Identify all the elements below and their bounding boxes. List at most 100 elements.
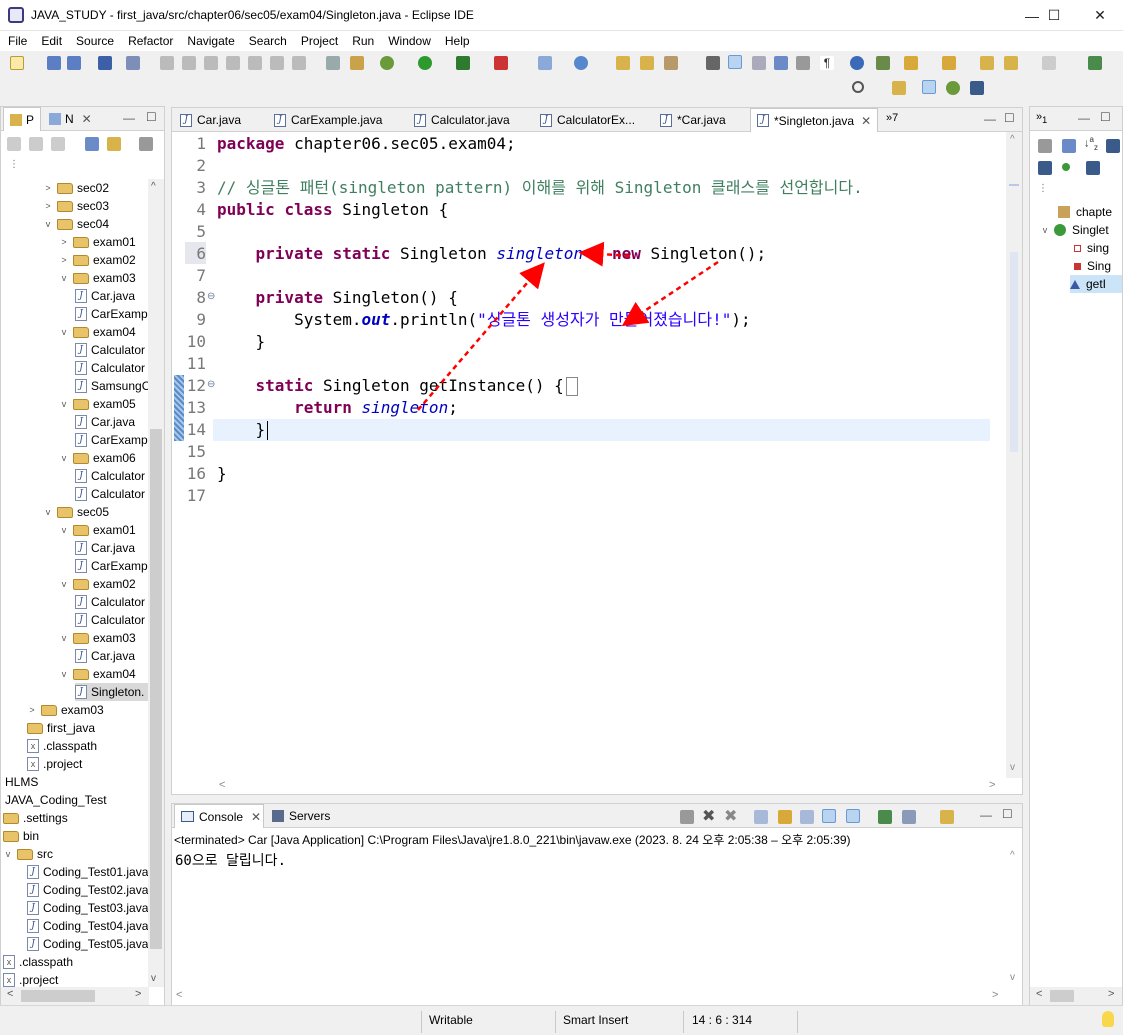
step-over-icon[interactable] <box>270 56 284 70</box>
tree-item[interactable]: J CarExamp <box>75 431 148 449</box>
tree-item[interactable]: bin <box>3 827 39 845</box>
hide-local-types-icon[interactable] <box>1086 161 1100 175</box>
tree-item[interactable]: x .project <box>27 755 82 773</box>
expand-icon[interactable]: v <box>1040 225 1050 235</box>
save-icon[interactable] <box>47 56 61 70</box>
new-icon[interactable] <box>10 56 24 70</box>
expand-icon[interactable]: > <box>43 201 53 211</box>
up-nav-icon[interactable] <box>51 137 65 151</box>
link-icon[interactable] <box>1062 139 1076 153</box>
open-type-icon[interactable] <box>616 56 630 70</box>
tree-item[interactable]: J Calculator <box>75 485 145 503</box>
pilcrow-icon[interactable]: ¶ <box>820 56 834 70</box>
external-tools-icon[interactable] <box>494 56 508 70</box>
next-annotation-icon[interactable] <box>904 56 918 70</box>
sort-icon[interactable]: ↓az <box>1084 135 1098 152</box>
pin-console-icon[interactable] <box>878 810 892 824</box>
tree-item[interactable]: v exam05 <box>59 395 136 413</box>
tree-hscroll-thumb[interactable] <box>21 990 95 1002</box>
tree-item[interactable]: JAVA_Coding_Test <box>3 791 107 809</box>
tree-item[interactable]: > exam02 <box>59 251 135 269</box>
tree-item[interactable]: J Car.java <box>75 647 135 665</box>
tab-calculatorexample-java[interactable]: J CalculatorEx... <box>534 108 662 132</box>
clear-console-icon[interactable] <box>754 810 768 824</box>
scroll-right-icon[interactable]: > <box>989 779 995 791</box>
console-vertical-scrollbar[interactable]: ^ v <box>1006 848 1022 988</box>
editor-vertical-scrollbar[interactable]: ^ v <box>1006 132 1022 778</box>
lightbulb-icon[interactable] <box>1102 1011 1114 1027</box>
tree-item[interactable]: J Calculator <box>75 611 145 629</box>
console-output-area[interactable]: 60으로 달립니다. <box>172 848 1008 988</box>
tree-item[interactable]: > exam01 <box>59 233 135 251</box>
forward-icon[interactable] <box>1042 56 1056 70</box>
close-tab-icon[interactable]: ✕ <box>251 810 261 824</box>
word-wrap-console-icon[interactable] <box>800 810 814 824</box>
maximize-view-icon[interactable]: ☐ <box>146 110 157 124</box>
open-console-icon[interactable] <box>940 810 954 824</box>
maximize-outline-icon[interactable]: ☐ <box>1100 110 1111 124</box>
back-nav-icon[interactable] <box>7 137 21 151</box>
expand-icon[interactable]: > <box>27 705 37 715</box>
highlight-icon[interactable] <box>728 55 742 69</box>
tree-item[interactable]: J SamsungC <box>75 377 149 395</box>
collapse-icon[interactable]: v <box>59 579 69 589</box>
scroll-left-icon[interactable]: < <box>1036 988 1042 1000</box>
tree-item[interactable]: J Coding_Test03.java <box>27 899 148 917</box>
new-class-icon[interactable] <box>574 56 588 70</box>
menu-window[interactable]: Window <box>374 34 431 48</box>
outline-tab-overflow[interactable]: »1 <box>1036 111 1047 125</box>
close-tab-icon[interactable]: ✕ <box>861 114 871 128</box>
back-icon[interactable] <box>1004 56 1018 70</box>
search-tool-icon[interactable] <box>664 56 678 70</box>
maximize-console-icon[interactable]: ☐ <box>1002 807 1013 821</box>
tree-item[interactable]: v exam03 <box>59 269 136 287</box>
scroll-up-icon[interactable]: ^ <box>1010 850 1015 861</box>
tree-scroll-thumb[interactable] <box>150 429 162 949</box>
scroll-left-icon[interactable]: < <box>7 988 13 1000</box>
collapse-icon[interactable] <box>1038 139 1052 153</box>
tree-item[interactable]: J Singleton. <box>75 683 149 701</box>
tree-item[interactable]: v exam02 <box>59 575 136 593</box>
pin-icon[interactable] <box>876 56 890 70</box>
tree-item[interactable]: v exam04 <box>59 323 136 341</box>
word-wrap-icon[interactable] <box>774 56 788 70</box>
resume-icon[interactable] <box>160 56 174 70</box>
tree-item[interactable]: J Calculator <box>75 467 145 485</box>
hide-fields-icon[interactable] <box>1106 139 1120 153</box>
close-button[interactable]: ✕ <box>1077 0 1123 31</box>
expand-icon[interactable]: > <box>59 237 69 247</box>
terminate-console-icon[interactable] <box>680 810 694 824</box>
menu-run[interactable]: Run <box>338 34 374 48</box>
tree-item[interactable]: x .classpath <box>3 953 73 971</box>
minimize-view-icon[interactable]: — <box>123 111 135 125</box>
remove-launch-icon[interactable]: ✖ <box>702 806 715 826</box>
menu-file[interactable]: File <box>0 34 27 48</box>
run-icon[interactable] <box>418 56 432 70</box>
editor-scroll-thumb[interactable] <box>1010 252 1018 452</box>
collapse-icon[interactable]: v <box>59 525 69 535</box>
tree-item[interactable]: J Car.java <box>75 413 135 431</box>
more-icon[interactable]: ⋮ <box>9 159 19 170</box>
tab-navigator[interactable]: N ✕ <box>43 107 99 131</box>
tab-package-explorer[interactable]: P <box>3 107 41 131</box>
tab-car-java-modified[interactable]: J *Car.java <box>654 108 750 132</box>
terminal-icon[interactable] <box>98 56 112 70</box>
drop-to-frame-icon[interactable] <box>350 56 364 70</box>
tree-horizontal-scrollbar[interactable]: < > <box>1 987 149 1005</box>
expand-icon[interactable]: > <box>43 183 53 193</box>
disconnect-icon[interactable] <box>226 56 240 70</box>
tree-item[interactable]: v exam04 <box>59 665 136 683</box>
open-perspective-icon[interactable] <box>892 81 906 95</box>
tab-singleton-java[interactable]: J *Singleton.java ✕ <box>750 108 878 132</box>
link-editor-icon[interactable] <box>107 137 121 151</box>
menu-project[interactable]: Project <box>287 34 338 48</box>
outline-item-class[interactable]: v Singlet <box>1040 221 1109 239</box>
collapse-icon[interactable]: v <box>59 669 69 679</box>
tree-item[interactable]: > sec02 <box>43 179 109 197</box>
tab-servers[interactable]: Servers <box>266 804 346 828</box>
annotation-icon[interactable] <box>706 56 720 70</box>
tree-item[interactable]: .settings <box>3 809 68 827</box>
menu-refactor[interactable]: Refactor <box>114 34 173 48</box>
last-edit-icon[interactable] <box>980 56 994 70</box>
suspend-icon[interactable] <box>182 56 196 70</box>
